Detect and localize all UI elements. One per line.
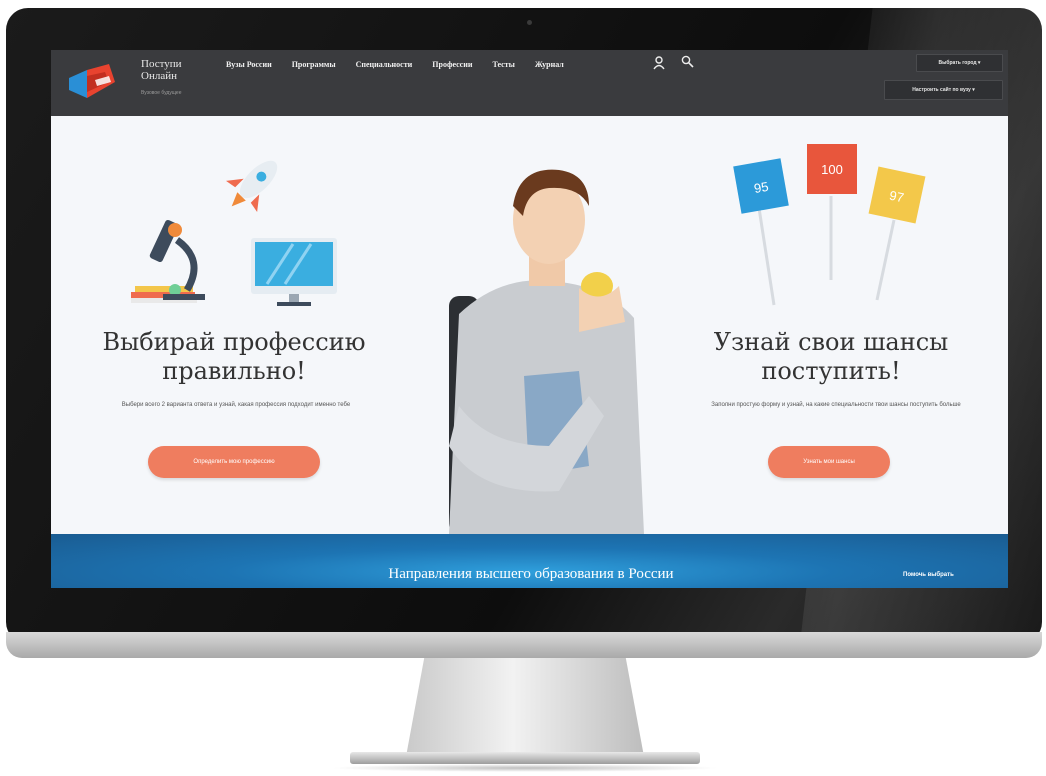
- nav-item-universities[interactable]: Вузы России: [226, 60, 272, 69]
- search-icon[interactable]: [681, 55, 694, 68]
- website-screen: Поступи Онлайн Вузовое будущее Вузы Росс…: [51, 50, 1008, 588]
- brand-name[interactable]: Поступи Онлайн: [141, 58, 211, 82]
- score-sign-95: 95: [753, 179, 770, 196]
- determine-profession-button[interactable]: Определить мою профессию: [148, 446, 320, 478]
- profession-description: Выбери всего 2 варианта ответа и узнай, …: [121, 402, 351, 408]
- setup-site-label: Настроить сайт по вузу: [912, 87, 971, 93]
- score-sign-97: 97: [888, 188, 905, 206]
- chevron-down-icon: ▾: [970, 87, 975, 93]
- directions-band: Направления высшего образования в России…: [51, 534, 1008, 588]
- profession-heading: Выбирай профессию правильно!: [102, 328, 366, 385]
- brand-tagline: Вузовое будущее: [141, 90, 182, 96]
- score-signs-illustration: 95 100 97: [733, 144, 926, 306]
- monitor-stand: [405, 658, 645, 762]
- rocket-icon: [226, 160, 278, 212]
- check-chances-button[interactable]: Узнать мои шансы: [768, 446, 890, 478]
- score-sign-100: 100: [821, 162, 843, 177]
- student-photo: [449, 169, 644, 534]
- nav-item-tests[interactable]: Тесты: [492, 60, 514, 69]
- nav-item-professions[interactable]: Профессии: [432, 60, 472, 69]
- user-icon[interactable]: [653, 56, 665, 70]
- help-choose-link[interactable]: Помочь выбрать: [903, 572, 954, 578]
- chances-description: Заполни простую форму и узнай, на какие …: [711, 402, 961, 408]
- monitor-chin: [6, 632, 1042, 658]
- chances-heading: Узнай свои шансы поступить!: [713, 328, 949, 385]
- select-city-button[interactable]: Выбрать город ▾: [916, 54, 1003, 72]
- chevron-down-icon: ▾: [976, 60, 981, 66]
- webcam: [527, 20, 532, 25]
- site-header: Поступи Онлайн Вузовое будущее Вузы Росс…: [51, 50, 1008, 116]
- nav-item-journal[interactable]: Журнал: [535, 60, 564, 69]
- monitor-stand-base: [350, 752, 700, 764]
- nav-item-programs[interactable]: Программы: [292, 60, 336, 69]
- nav-item-specialties[interactable]: Специальности: [356, 60, 413, 69]
- hero-section: 95 100 97 Выбирай профессию правильно! В…: [51, 116, 1008, 534]
- directions-heading: Направления высшего образования в России: [388, 566, 674, 582]
- main-nav: Вузы России Программы Специальности Проф…: [226, 60, 564, 69]
- logo-icon[interactable]: [65, 60, 119, 100]
- stand-shadow: [330, 764, 720, 772]
- setup-site-button[interactable]: Настроить сайт по вузу ▾: [884, 80, 1003, 100]
- select-city-label: Выбрать город: [938, 60, 977, 66]
